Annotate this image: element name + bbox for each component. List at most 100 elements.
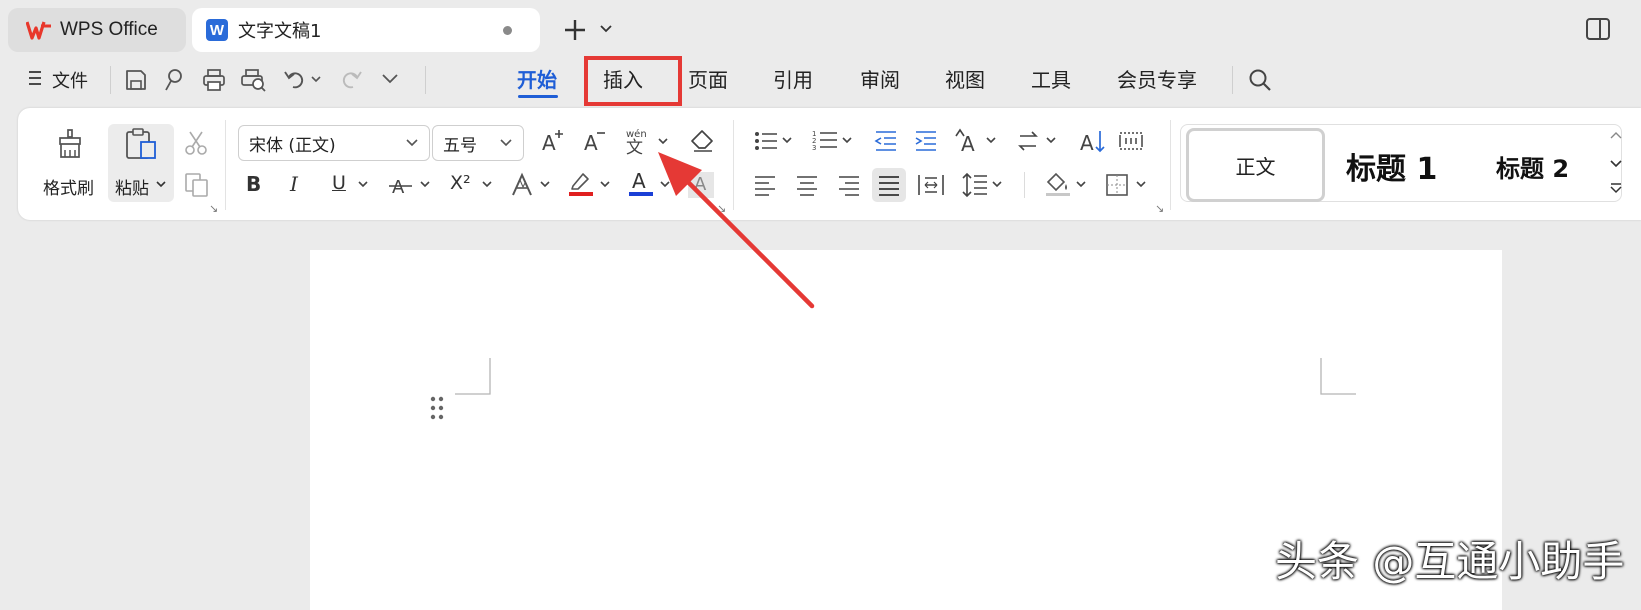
svg-text:A: A xyxy=(542,131,556,154)
print-preview-icon[interactable] xyxy=(241,68,267,92)
divider xyxy=(425,66,426,94)
text-effects-icon[interactable] xyxy=(510,172,536,198)
strikethrough-dropdown-chevron-icon[interactable] xyxy=(420,181,430,189)
redo-icon[interactable] xyxy=(340,68,362,90)
numbered-list-dropdown-chevron-icon[interactable] xyxy=(842,137,852,145)
app-home-tab[interactable]: WPS Office xyxy=(8,8,186,52)
sort-icon[interactable]: A xyxy=(1080,128,1106,154)
svg-text:A: A xyxy=(632,169,646,193)
svg-text:文: 文 xyxy=(626,138,643,156)
tab-home[interactable]: 开始 xyxy=(517,64,557,93)
svg-text:A: A xyxy=(392,177,405,198)
annotation-arrow xyxy=(650,150,820,310)
borders-dropdown-chevron-icon[interactable] xyxy=(1136,181,1146,189)
document-tab[interactable]: W 文字文稿1 xyxy=(192,8,540,52)
show-paragraph-marks-icon[interactable] xyxy=(1118,130,1144,152)
cut-icon[interactable] xyxy=(184,130,208,156)
text-effects-dropdown-chevron-icon[interactable] xyxy=(540,181,550,189)
copy-icon[interactable] xyxy=(184,172,210,198)
tab-member[interactable]: 会员专享 xyxy=(1117,64,1197,93)
grow-font-icon[interactable]: A xyxy=(540,128,566,154)
active-tab-indicator xyxy=(518,95,558,98)
drag-handle-icon[interactable] xyxy=(430,396,444,420)
text-direction-icon[interactable]: A xyxy=(954,128,982,154)
word-doc-icon: W xyxy=(206,19,228,41)
underline-button[interactable]: U xyxy=(332,172,346,194)
style-normal[interactable]: 正文 xyxy=(1186,128,1325,202)
superscript-dropdown-chevron-icon[interactable] xyxy=(482,181,492,189)
styles-expand-icon[interactable] xyxy=(1610,182,1622,194)
paste-icon xyxy=(124,128,158,160)
tab-tools[interactable]: 工具 xyxy=(1031,64,1071,93)
highlight-dropdown-chevron-icon[interactable] xyxy=(600,181,610,189)
font-name-value: 宋体 (正文) xyxy=(249,135,336,156)
hamburger-menu-icon[interactable] xyxy=(28,70,42,86)
italic-button[interactable]: I xyxy=(290,172,298,196)
margin-corner-top-left xyxy=(455,358,491,396)
align-right-icon[interactable] xyxy=(838,174,860,196)
numbered-list-icon[interactable]: 123 xyxy=(812,128,838,152)
justify-icon xyxy=(878,174,900,196)
file-menu[interactable]: 文件 xyxy=(52,67,88,93)
tab-references[interactable]: 引用 xyxy=(773,64,813,93)
phonetic-dropdown-chevron-icon[interactable] xyxy=(658,138,668,146)
increase-indent-icon[interactable] xyxy=(914,130,938,152)
quick-access-more-chevron-icon[interactable] xyxy=(382,74,398,84)
divider xyxy=(1232,66,1233,94)
svg-text:A: A xyxy=(1080,131,1094,154)
app-tab-label: WPS Office xyxy=(60,19,158,40)
line-spacing-dropdown-chevron-icon[interactable] xyxy=(992,181,1002,189)
unsaved-dot-icon[interactable] xyxy=(503,26,512,35)
styles-scroll-up-icon[interactable] xyxy=(1610,132,1622,140)
paste-dropdown-chevron-icon[interactable] xyxy=(156,181,166,189)
distributed-align-icon[interactable] xyxy=(918,174,944,196)
tab-view[interactable]: 视图 xyxy=(945,64,985,93)
insert-tab-highlight-box xyxy=(584,56,682,106)
chevron-down-icon xyxy=(405,134,419,150)
shading-fill-icon[interactable] xyxy=(1044,170,1072,198)
highlight-color-icon[interactable] xyxy=(567,170,595,198)
search-icon[interactable] xyxy=(1248,68,1272,92)
borders-icon[interactable] xyxy=(1106,174,1128,196)
output-pdf-icon[interactable] xyxy=(163,68,185,92)
strikethrough-icon[interactable]: A xyxy=(388,172,414,198)
print-icon[interactable] xyxy=(202,68,226,92)
tab-review[interactable]: 审阅 xyxy=(860,64,900,93)
text-direction-dropdown-chevron-icon[interactable] xyxy=(986,137,996,145)
tab-list-chevron-icon[interactable] xyxy=(600,24,612,34)
shrink-font-icon[interactable]: A xyxy=(582,128,608,154)
chevron-down-icon xyxy=(499,134,513,150)
bullet-list-dropdown-chevron-icon[interactable] xyxy=(782,137,792,145)
divider xyxy=(110,66,111,94)
font-size-select[interactable]: 五号 xyxy=(432,125,524,161)
underline-dropdown-chevron-icon[interactable] xyxy=(358,181,368,189)
decrease-indent-icon[interactable] xyxy=(874,130,898,152)
style-heading-1[interactable]: 标题 1 xyxy=(1346,144,1437,188)
justify-button[interactable] xyxy=(872,168,906,202)
text-conversion-dropdown-chevron-icon[interactable] xyxy=(1046,137,1056,145)
watermark-text: 头条 @互通小助手 xyxy=(1275,537,1625,586)
new-tab-button[interactable] xyxy=(563,18,587,42)
margin-corner-top-right xyxy=(1320,358,1356,396)
styles-scroll-down-icon[interactable] xyxy=(1610,160,1622,168)
line-spacing-icon[interactable] xyxy=(962,172,988,198)
bullet-list-icon[interactable] xyxy=(754,130,778,152)
undo-icon[interactable] xyxy=(284,68,306,90)
tab-page[interactable]: 页面 xyxy=(688,64,728,93)
divider xyxy=(1024,172,1025,198)
clipboard-dialog-launcher-icon[interactable]: ↘ xyxy=(209,202,218,215)
divider xyxy=(1170,120,1171,210)
format-painter-label[interactable]: 格式刷 xyxy=(43,174,94,199)
superscript-button[interactable]: X² xyxy=(450,172,471,194)
text-conversion-icon[interactable] xyxy=(1016,130,1040,152)
bold-button[interactable]: B xyxy=(246,172,261,196)
format-painter-icon[interactable] xyxy=(54,128,86,160)
undo-dropdown-chevron-icon[interactable] xyxy=(311,76,321,84)
style-heading-2[interactable]: 标题 2 xyxy=(1496,149,1569,184)
font-name-select[interactable]: 宋体 (正文) xyxy=(238,125,430,161)
window-layout-icon[interactable] xyxy=(1585,16,1611,42)
shading-dropdown-chevron-icon[interactable] xyxy=(1076,181,1086,189)
save-icon[interactable] xyxy=(124,68,148,92)
paste-label: 粘贴 xyxy=(115,179,149,199)
paragraph-dialog-launcher-icon[interactable]: ↘ xyxy=(1155,202,1164,215)
